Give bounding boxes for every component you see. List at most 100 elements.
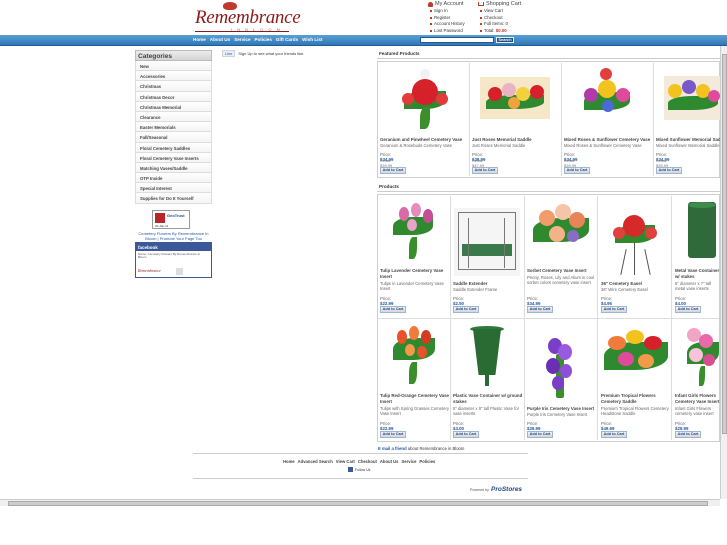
product-r2-1-name[interactable]: Tulip Red-Orange Cemetery Vase Insert bbox=[380, 393, 450, 404]
product-r1-4-name[interactable]: 36" Cemetery Easel bbox=[601, 281, 671, 287]
horizontal-scroll-thumb[interactable] bbox=[8, 501, 708, 506]
product-r1-4-add-button[interactable]: Add to Cart bbox=[601, 306, 627, 313]
category-floral-vase-inserts[interactable]: Floral Cemetery Vase Inserts bbox=[135, 152, 212, 163]
product-r2-3-image[interactable] bbox=[542, 334, 578, 402]
featured-product-1-add-button[interactable]: Add to Cart bbox=[380, 167, 406, 174]
footer-policies[interactable]: Policies bbox=[419, 459, 435, 464]
nav-gift-cards[interactable]: Gift Cards bbox=[276, 37, 298, 43]
footer-home[interactable]: Home bbox=[283, 459, 295, 464]
product-r2-5-name[interactable]: Infant Girls Flowers Cemetery Vase Inser… bbox=[675, 393, 720, 404]
footer-service[interactable]: Service bbox=[402, 459, 417, 464]
email-friend-link[interactable]: E mail a friend bbox=[378, 446, 407, 451]
nav-home[interactable]: Home bbox=[193, 37, 206, 43]
featured-product-3-image[interactable] bbox=[574, 66, 640, 132]
facebook-icon bbox=[348, 467, 353, 472]
category-christmas-decor[interactable]: Christmas Decor bbox=[135, 91, 212, 102]
nav-service[interactable]: Service bbox=[234, 37, 250, 43]
product-r1-3-add-button[interactable]: Add to Cart bbox=[527, 306, 553, 313]
nav-about-us[interactable]: About Us bbox=[210, 37, 230, 43]
like-text[interactable]: Sign Up to see what your friends like. bbox=[238, 51, 304, 56]
product-r1-2-add-button[interactable]: Add to Cart bbox=[453, 306, 479, 313]
product-r1-5-add-button[interactable]: Add to Cart bbox=[675, 306, 701, 313]
product-r1-4-image[interactable] bbox=[603, 209, 667, 277]
product-r2-2-name[interactable]: Plastic Vase Container w/ ground stakes bbox=[453, 393, 523, 404]
nav-wish-list[interactable]: Wish List bbox=[302, 37, 322, 43]
vertical-scroll-thumb[interactable] bbox=[722, 54, 727, 434]
category-clearance[interactable]: Clearance bbox=[135, 111, 212, 123]
featured-product-1-name[interactable]: Geranium and Pinwheel Cemetery Vase bbox=[380, 137, 468, 143]
footer-view-cart[interactable]: View Cart bbox=[336, 459, 355, 464]
follow-us[interactable]: Follow Us bbox=[348, 467, 370, 472]
category-floral-saddles[interactable]: Floral Cemetery Saddles bbox=[135, 142, 212, 153]
featured-product-3-add-button[interactable]: Add to Cart bbox=[564, 167, 590, 174]
category-fall-seasonal[interactable]: Fall/Seasonal bbox=[135, 132, 212, 143]
top-nav-bar: Home About Us Service Policies Gift Card… bbox=[0, 35, 727, 46]
featured-product-4-add-button[interactable]: Add to Cart bbox=[656, 167, 682, 174]
products-title: Products bbox=[379, 184, 399, 189]
lost-password-link[interactable]: Lost Password bbox=[428, 28, 476, 35]
featured-product-4-name[interactable]: Mixed Sunflower Memorial Saddle bbox=[656, 137, 720, 143]
facebook-page-link[interactable]: Cemetery Flowers By Remembrance In Bloom… bbox=[135, 231, 212, 241]
like-button[interactable]: Like bbox=[222, 50, 236, 57]
featured-product-1-desc: Geranium & Rosebuds Cemetery Vase bbox=[380, 143, 453, 148]
product-r2-3-name[interactable]: Purple Iris Cemetery Vase Insert bbox=[527, 406, 597, 412]
featured-product-2-name[interactable]: Just Roses Memorial Saddle bbox=[472, 137, 560, 143]
products-divider-3 bbox=[597, 196, 598, 440]
site-logo[interactable]: Remembrance I N B L O O M bbox=[195, 2, 301, 32]
search-button[interactable]: Search bbox=[496, 37, 514, 43]
facebook-widget: facebook Name: Cemetary Flowers By Remem… bbox=[135, 242, 212, 278]
product-r1-3-name[interactable]: Sorbet Cemetery Vase Insert bbox=[527, 268, 597, 274]
featured-product-2-image[interactable] bbox=[480, 77, 550, 119]
facebook-title: facebook bbox=[136, 243, 211, 251]
category-matching-vases[interactable]: Matching Vases/Saddle bbox=[135, 162, 212, 174]
category-otp-inside[interactable]: OTP Inside bbox=[135, 173, 212, 184]
horizontal-scrollbar[interactable] bbox=[0, 499, 720, 506]
product-r1-5-image[interactable] bbox=[684, 198, 720, 264]
footer-advanced-search[interactable]: Advanced Search bbox=[298, 459, 333, 464]
product-r2-2-image[interactable] bbox=[464, 322, 510, 388]
powered-by[interactable]: Powered by ProStores bbox=[470, 486, 522, 493]
product-r1-5-price: Price: $4.00 bbox=[675, 296, 687, 306]
product-r2-4-add-button[interactable]: Add to Cart bbox=[601, 431, 627, 438]
product-r2-1-image[interactable] bbox=[383, 322, 445, 388]
footer-about-us[interactable]: About Us bbox=[380, 459, 399, 464]
featured-product-1-image[interactable] bbox=[390, 65, 460, 131]
category-supplies-diy[interactable]: Supplies for Do It Yourself bbox=[135, 193, 212, 204]
facebook-page-logo[interactable]: Remembrance bbox=[138, 268, 161, 273]
products-row-divider bbox=[378, 318, 719, 319]
product-r1-2-name[interactable]: Saddle Extender bbox=[453, 281, 523, 287]
footer-checkout[interactable]: Checkout bbox=[358, 459, 377, 464]
featured-product-2-add-button[interactable]: Add to Cart bbox=[472, 167, 498, 174]
product-r1-1-add-button[interactable]: Add to Cart bbox=[380, 306, 406, 313]
product-r2-4-name[interactable]: Premium Tropical Flowers Cemetery Saddle bbox=[601, 393, 671, 404]
product-r2-3-price: Price: $29.99 bbox=[527, 421, 541, 431]
featured-divider-3 bbox=[653, 63, 654, 176]
product-r2-5-image[interactable] bbox=[683, 322, 720, 388]
product-r2-5-add-button[interactable]: Add to Cart bbox=[675, 431, 701, 438]
vertical-scrollbar[interactable] bbox=[720, 46, 727, 499]
nav-policies[interactable]: Policies bbox=[255, 37, 272, 43]
category-christmas-memorial[interactable]: Christmas Memorial bbox=[135, 101, 212, 112]
category-new[interactable]: New bbox=[135, 61, 212, 72]
product-r1-3-image[interactable] bbox=[529, 198, 593, 264]
product-r2-4-image[interactable] bbox=[602, 326, 670, 386]
featured-divider bbox=[377, 58, 720, 59]
logo-text: Remembrance bbox=[195, 7, 301, 28]
category-special-interest[interactable]: Special Interest bbox=[135, 183, 212, 194]
cart-total: Total: $0.00 bbox=[478, 28, 526, 35]
product-r2-1-add-button[interactable]: Add to Cart bbox=[380, 431, 406, 438]
category-christmas[interactable]: Christmas bbox=[135, 81, 212, 92]
category-easter-memorials[interactable]: Easter Memorials bbox=[135, 122, 212, 133]
featured-product-4-image[interactable] bbox=[664, 76, 720, 120]
product-r1-1-image[interactable] bbox=[383, 199, 445, 263]
product-r1-1-desc: Tulips in Lavender Cemetery Vase Insert bbox=[380, 281, 444, 292]
product-r1-1-name[interactable]: Tulip Lavender Cemetery Vase Insert bbox=[380, 268, 450, 279]
category-accessories[interactable]: Accessories bbox=[135, 71, 212, 82]
product-r1-2-image[interactable] bbox=[454, 208, 520, 276]
product-r1-5-name[interactable]: Metal Vase Container w/ stakes bbox=[675, 268, 720, 279]
product-r2-2-add-button[interactable]: Add to Cart bbox=[453, 431, 479, 438]
featured-product-3-name[interactable]: Mixed Roses & Sunflower Cemetery Vase bbox=[564, 137, 652, 143]
search-input[interactable] bbox=[420, 37, 494, 43]
product-r2-3-add-button[interactable]: Add to Cart bbox=[527, 431, 553, 438]
geotrust-seal[interactable]: GeoTrust 20-Jan-11 bbox=[152, 210, 190, 229]
